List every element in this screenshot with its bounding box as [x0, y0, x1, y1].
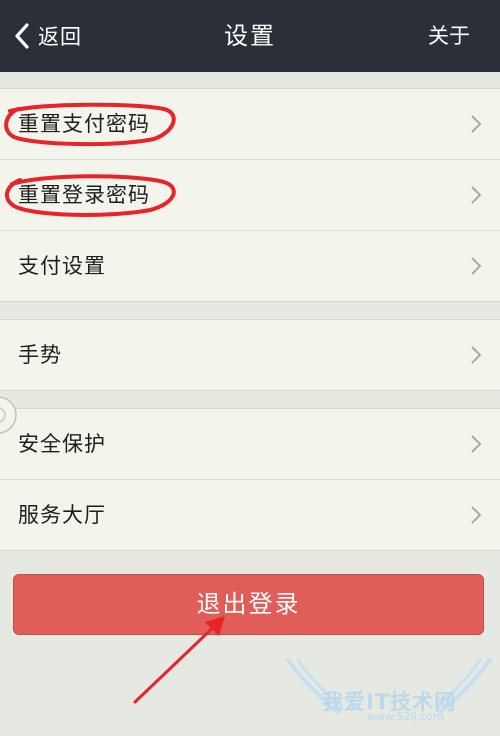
- row-service-hall[interactable]: 服务大厅: [0, 480, 500, 550]
- row-label: 服务大厅: [18, 503, 106, 527]
- watermark: 我爱IT技术网 www.52ij.com: [282, 656, 497, 732]
- chevron-right-icon: [471, 435, 482, 453]
- row-gesture[interactable]: 手势: [0, 320, 500, 390]
- chevron-right-icon: [471, 115, 482, 133]
- chevron-right-icon: [471, 186, 482, 204]
- chevron-right-icon: [471, 257, 482, 275]
- settings-group-gesture: 手势: [0, 319, 500, 391]
- settings-group-account: 重置支付密码 重置登录密码 支付设置: [0, 88, 500, 302]
- about-button[interactable]: 关于: [428, 18, 470, 54]
- row-label: 重置登录密码: [18, 183, 150, 207]
- row-label: 支付设置: [18, 254, 106, 278]
- row-label: 重置支付密码: [18, 112, 150, 136]
- back-button[interactable]: 返回: [14, 18, 82, 54]
- chevron-left-icon: [15, 23, 29, 49]
- watermark-url: www.52ij.com: [367, 710, 444, 723]
- wings-logo-icon: [286, 658, 492, 714]
- top-nav-bar: 返回 设置 关于: [0, 0, 500, 72]
- row-reset-pay-password[interactable]: 重置支付密码: [0, 89, 500, 160]
- floating-assist-icon[interactable]: [0, 392, 18, 438]
- logout-button[interactable]: 退出登录: [13, 574, 484, 635]
- red-arrow-annotation: [133, 616, 225, 704]
- chevron-right-icon: [471, 346, 482, 364]
- row-payment-settings[interactable]: 支付设置: [0, 231, 500, 301]
- chevron-right-icon: [471, 506, 482, 524]
- row-label: 手势: [18, 343, 62, 367]
- back-label: 返回: [38, 25, 82, 49]
- row-reset-login-password[interactable]: 重置登录密码: [0, 160, 500, 231]
- row-label: 安全保护: [18, 432, 106, 456]
- settings-group-security: 安全保护 服务大厅: [0, 408, 500, 551]
- row-security-protection[interactable]: 安全保护: [0, 409, 500, 480]
- watermark-text: 我爱IT技术网: [322, 690, 457, 714]
